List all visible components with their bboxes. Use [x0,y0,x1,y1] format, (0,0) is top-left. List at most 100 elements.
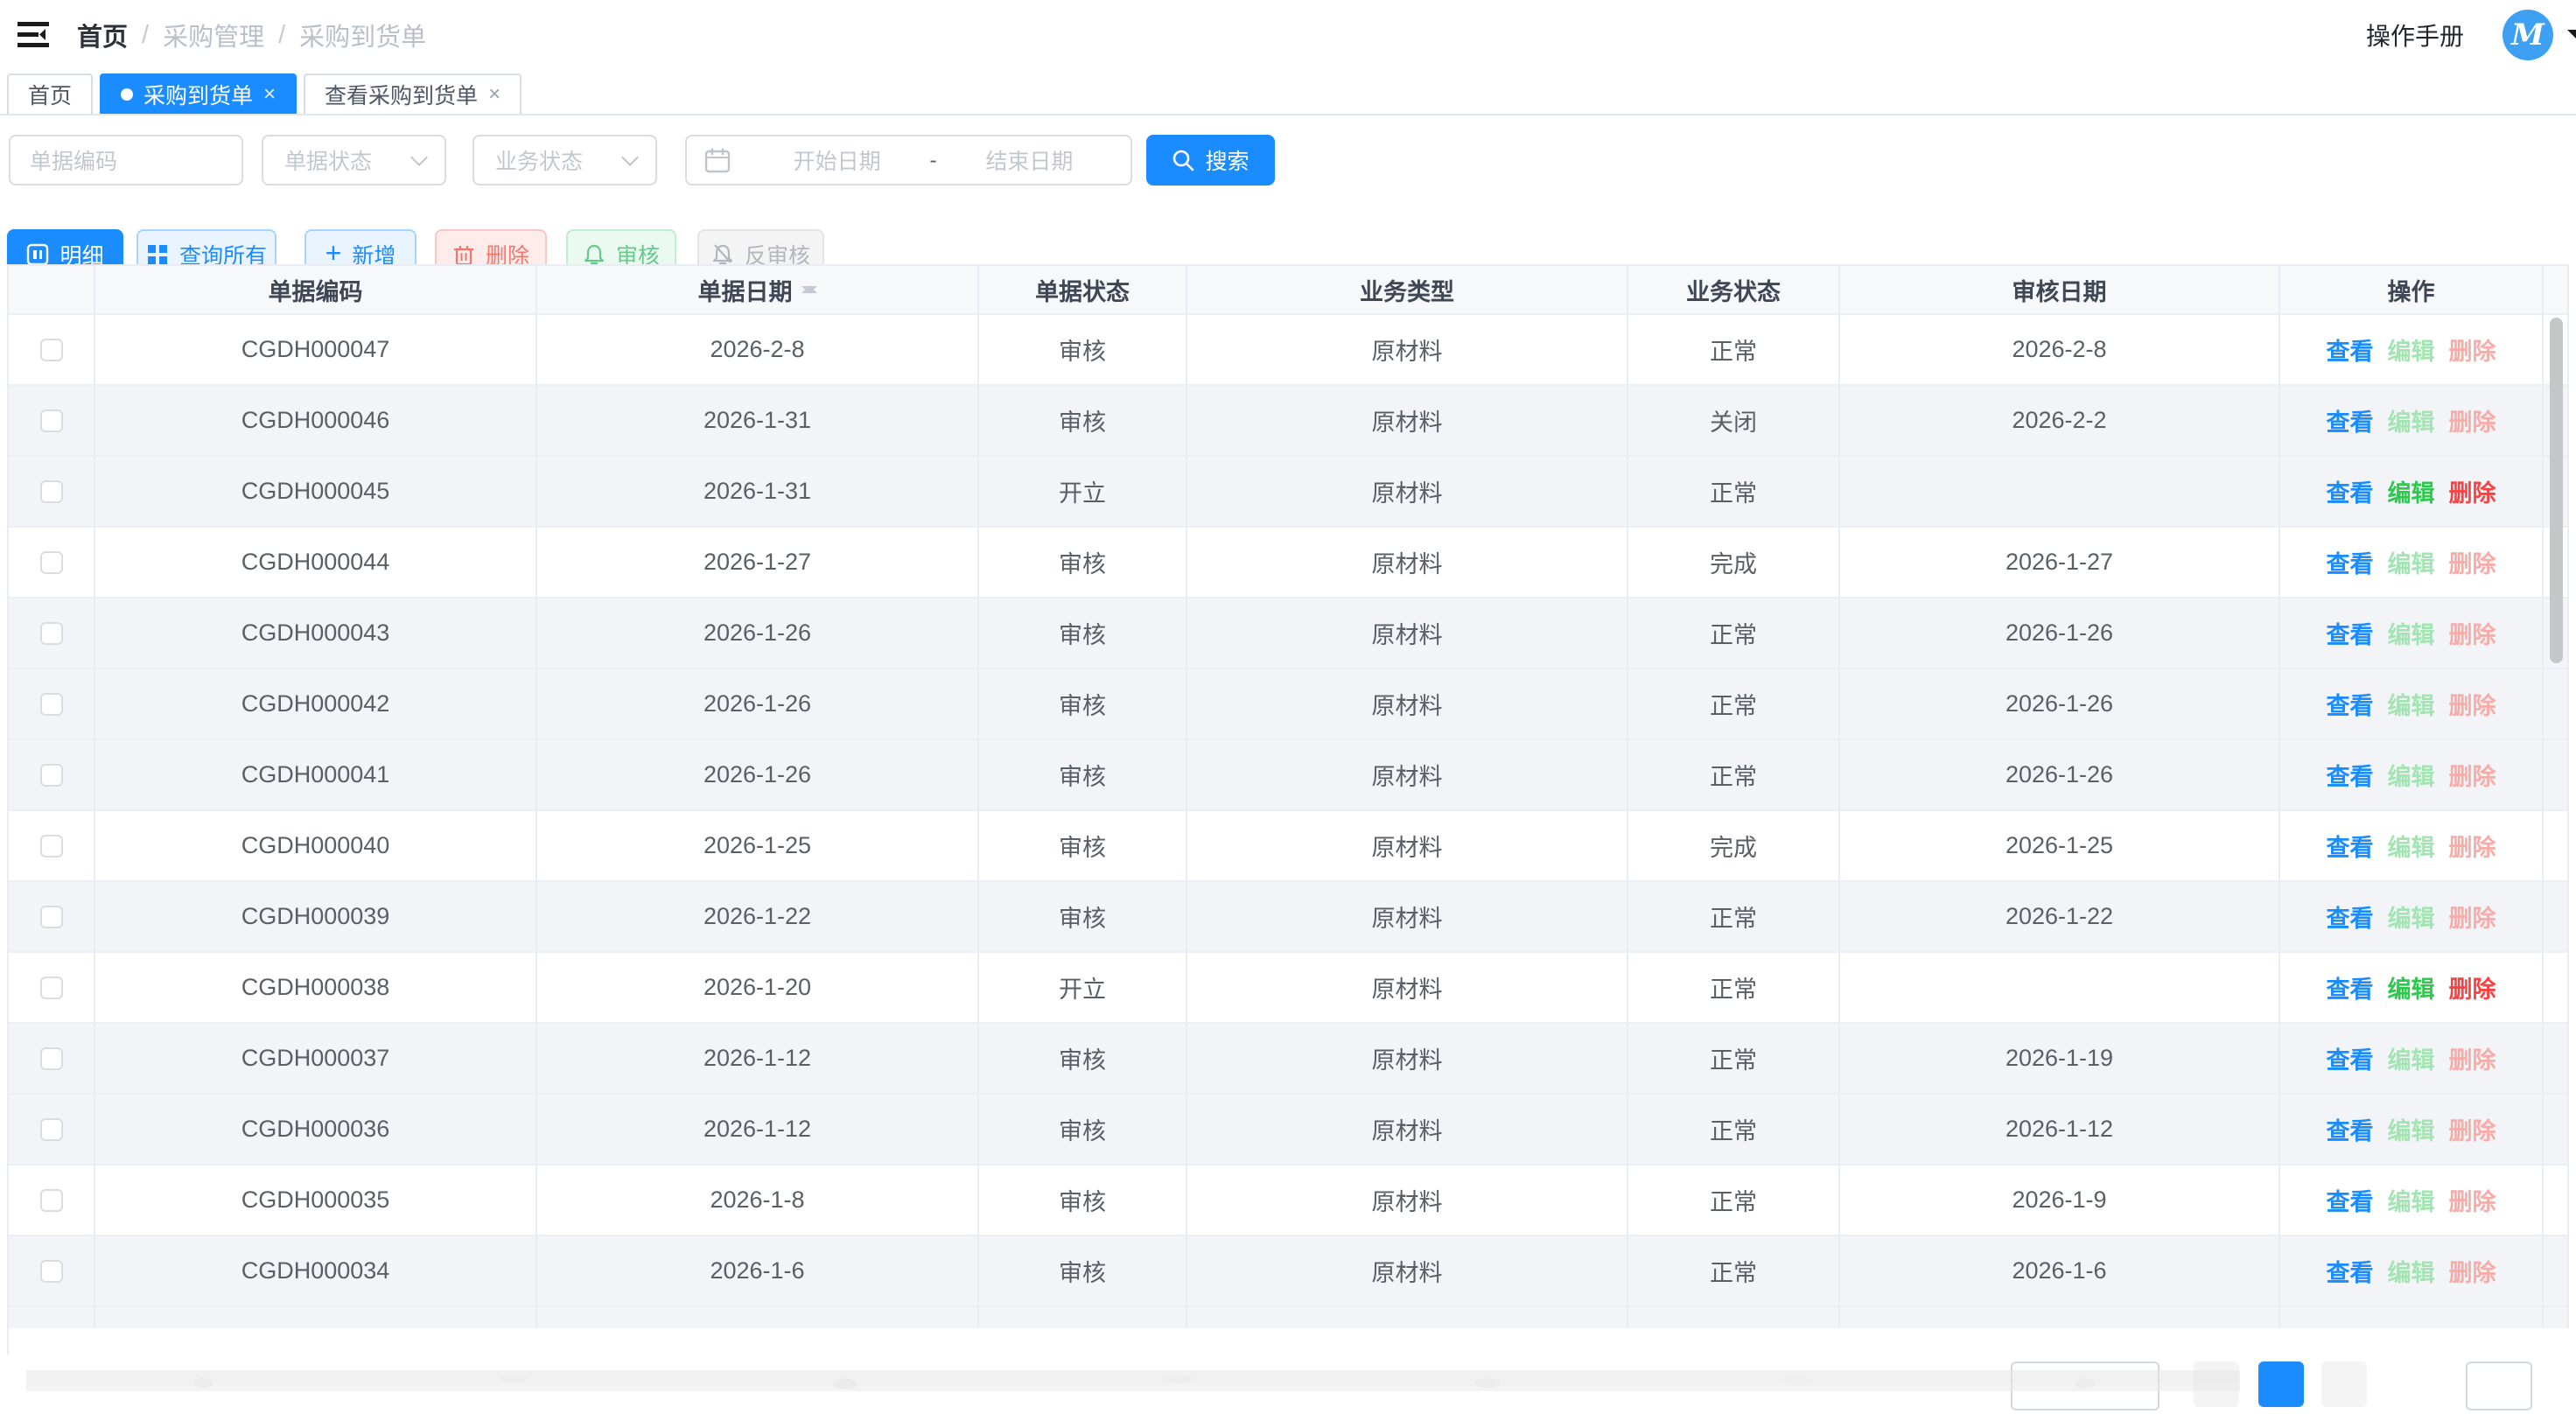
end-date-placeholder[interactable]: 结束日期 [946,144,1113,176]
row-checkbox[interactable] [40,551,63,574]
doc-date-cell: 2026-1-26 [537,740,979,811]
edit-link[interactable]: 编辑 [2388,1183,2435,1217]
view-link[interactable]: 查看 [2327,1254,2374,1288]
collapse-menu-icon[interactable] [14,18,52,52]
row-checkbox[interactable] [40,764,63,787]
delete-link[interactable]: 删除 [2449,1112,2496,1146]
delete-link[interactable]: 删除 [2449,403,2496,438]
range-separator: - [920,148,945,173]
actions-cell: 查看编辑删除 [2280,528,2544,598]
edit-link[interactable]: 编辑 [2388,970,2435,1004]
breadcrumb-purchase-mgmt[interactable]: 采购管理 [163,17,264,53]
row-checkbox[interactable] [40,480,63,503]
view-link[interactable]: 查看 [2327,687,2374,721]
edit-link[interactable]: 编辑 [2388,545,2435,579]
edit-link[interactable]: 编辑 [2388,1041,2435,1075]
doc-status-select[interactable]: 单据状态 [262,135,446,186]
doc-code-input[interactable]: 单据编码 [9,135,243,186]
edit-link[interactable]: 编辑 [2388,1254,2435,1288]
date-range-picker[interactable]: 开始日期 - 结束日期 [685,135,1132,186]
edit-link[interactable]: 编辑 [2388,332,2435,367]
user-avatar[interactable]: M [2502,10,2553,60]
edit-link[interactable]: 编辑 [2388,900,2435,934]
view-link[interactable]: 查看 [2327,1183,2374,1217]
delete-link[interactable]: 删除 [2449,616,2496,650]
view-link[interactable]: 查看 [2327,403,2374,438]
view-link[interactable]: 查看 [2327,970,2374,1004]
start-date-placeholder[interactable]: 开始日期 [753,144,920,176]
row-checkbox[interactable] [40,1047,63,1070]
row-checkbox[interactable] [40,1189,63,1212]
tab-home[interactable]: 首页 [7,74,93,114]
row-checkbox[interactable] [40,410,63,432]
delete-link[interactable]: 删除 [2449,332,2496,367]
checkbox-cell [9,811,95,882]
edit-link[interactable]: 编辑 [2388,403,2435,438]
doc-date-cell: 2026-1-25 [537,811,979,882]
edit-link[interactable]: 编辑 [2388,758,2435,792]
row-checkbox[interactable] [40,1118,63,1141]
col-doc-date[interactable]: 单据日期 [537,266,979,315]
breadcrumb-home[interactable]: 首页 [77,17,128,53]
delete-link[interactable]: 删除 [2449,474,2496,508]
table-row: CGDH0000462026-1-31审核原材料关闭2026-2-2查看编辑删除 [9,386,2569,457]
row-checkbox[interactable] [40,906,63,928]
search-button[interactable]: 搜索 [1146,135,1275,186]
row-checkbox[interactable] [40,339,63,361]
edit-link[interactable]: 编辑 [2388,616,2435,650]
delete-link[interactable]: 删除 [2449,758,2496,792]
bell-off-icon [711,243,734,266]
sort-caret-icon[interactable] [802,277,817,302]
view-link[interactable]: 查看 [2327,829,2374,863]
breadcrumb-separator: / [278,21,285,50]
actions-cell: 查看编辑删除 [2280,811,2544,882]
doc-status-cell: 审核 [979,882,1187,953]
delete-link[interactable]: 删除 [2449,970,2496,1004]
row-checkbox[interactable] [40,622,63,645]
delete-link[interactable]: 删除 [2449,829,2496,863]
page-jump-input[interactable] [2466,1362,2532,1410]
page-size-select[interactable] [2011,1362,2160,1410]
tab-close-icon[interactable]: × [488,82,500,107]
audit-date-cell: 2026-2-2 [1840,386,2280,457]
page-1-button-active[interactable] [2258,1362,2304,1407]
view-link[interactable]: 查看 [2327,545,2374,579]
actions-cell: 查看编辑删除 [2280,386,2544,457]
delete-link[interactable]: 删除 [2449,1041,2496,1075]
delete-link[interactable]: 删除 [2449,545,2496,579]
audit-date-cell: 2026-1-27 [1840,528,2280,598]
delete-link[interactable]: 删除 [2449,1183,2496,1217]
row-checkbox[interactable] [40,1260,63,1283]
edit-link[interactable]: 编辑 [2388,829,2435,863]
row-checkbox[interactable] [40,835,63,858]
row-checkbox[interactable] [40,693,63,716]
view-link[interactable]: 查看 [2327,758,2374,792]
biz-status-select[interactable]: 业务状态 [472,135,657,186]
delete-link[interactable]: 删除 [2449,900,2496,934]
view-link[interactable]: 查看 [2327,616,2374,650]
view-link[interactable]: 查看 [2327,1112,2374,1146]
delete-link[interactable]: 删除 [2449,1254,2496,1288]
row-checkbox[interactable] [40,976,63,999]
actions-cell: 查看编辑删除 [2280,1166,2544,1236]
tab-close-icon[interactable]: × [263,82,276,107]
checkbox-cell [9,1166,95,1236]
vertical-scrollbar-thumb[interactable] [2550,318,2563,663]
tab-view-purchase-arrival[interactable]: 查看采购到货单 × [304,74,522,114]
prev-page-button[interactable] [2194,1362,2239,1407]
view-link[interactable]: 查看 [2327,1041,2374,1075]
view-link[interactable]: 查看 [2327,332,2374,367]
view-link[interactable]: 查看 [2327,900,2374,934]
page-2-button[interactable] [2321,1362,2367,1407]
chevron-down-icon [621,149,639,166]
view-link[interactable]: 查看 [2327,474,2374,508]
edit-link[interactable]: 编辑 [2388,1112,2435,1146]
user-menu-caret-icon[interactable] [2567,30,2576,49]
select-all-cell [9,266,95,315]
doc-code-placeholder: 单据编码 [30,144,117,176]
delete-link[interactable]: 删除 [2449,687,2496,721]
operation-manual-link[interactable]: 操作手册 [2366,18,2464,52]
edit-link[interactable]: 编辑 [2388,474,2435,508]
tab-purchase-arrival[interactable]: 采购到货单 × [100,74,297,114]
edit-link[interactable]: 编辑 [2388,687,2435,721]
